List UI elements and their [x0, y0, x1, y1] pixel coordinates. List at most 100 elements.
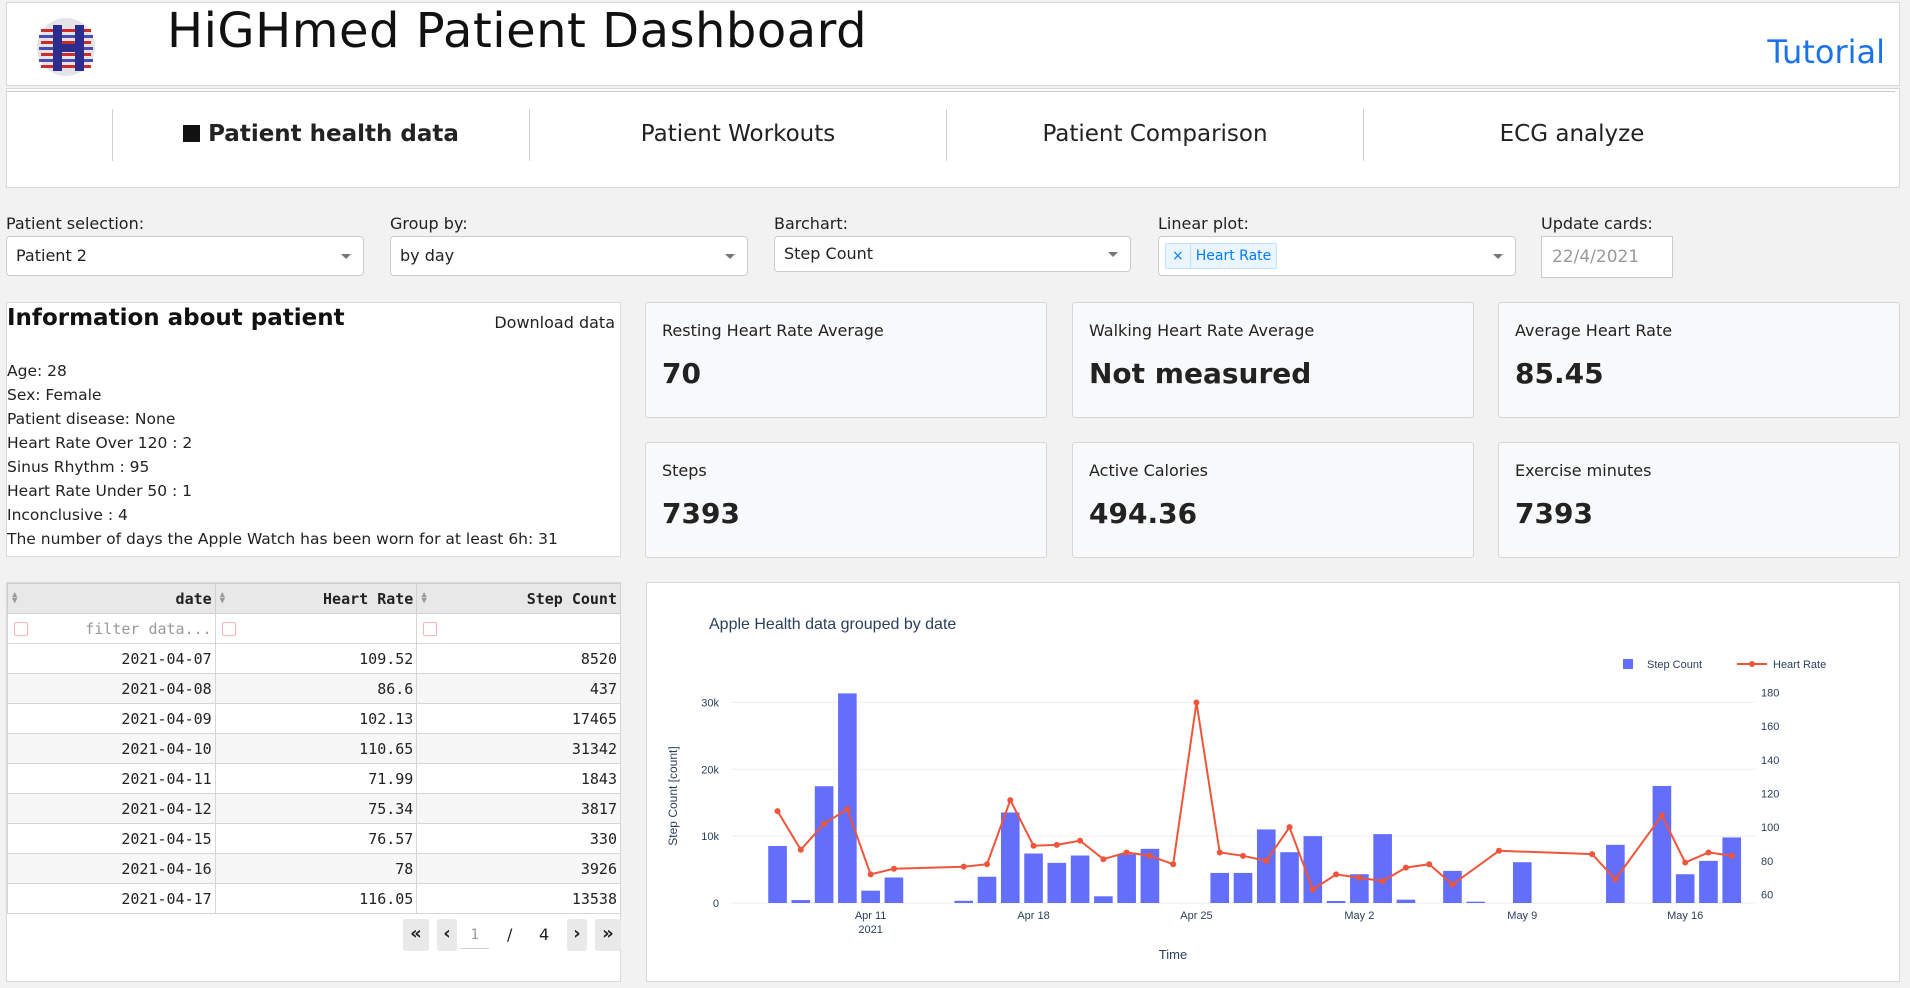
group-by-value: by day: [400, 246, 455, 265]
point-heart-rate: [1193, 699, 1200, 706]
filter-cell-step-count[interactable]: [416, 613, 621, 644]
tab-label: ECG analyze: [1499, 121, 1645, 147]
tab-patient-health-data[interactable]: Patient health data: [112, 109, 529, 161]
legend-marker-heart-rate: [1749, 661, 1755, 667]
point-heart-rate: [1309, 886, 1316, 893]
tab-label: Patient health data: [208, 121, 459, 147]
patient-selection-dropdown[interactable]: Patient 2: [6, 236, 364, 276]
last-page-button[interactable]: »: [595, 919, 621, 951]
cell-heart-rate: 76.57: [214, 823, 418, 854]
patient-info-title: Information about patient: [7, 305, 345, 331]
info-line-hr-under-50: Heart Rate Under 50 : 1: [7, 482, 193, 500]
sort-icon[interactable]: ▲ ▼: [421, 591, 426, 606]
group-by-label: Group by:: [390, 214, 468, 233]
download-data-button[interactable]: Download data: [494, 313, 615, 332]
bar-step-count: [884, 877, 904, 903]
bar-step-count: [1675, 874, 1695, 903]
y-tick-label: 10k: [701, 831, 719, 843]
cell-heart-rate: 109.52: [214, 643, 418, 674]
column-header-step-count[interactable]: ▲ ▼ Step Count: [416, 583, 621, 614]
sort-icon[interactable]: ▲ ▼: [12, 591, 17, 606]
card-label: Active Calories: [1089, 461, 1208, 480]
card-value: 85.45: [1515, 357, 1604, 390]
point-heart-rate: [1240, 852, 1246, 859]
bar-step-count: [954, 900, 974, 903]
filter-cell-date[interactable]: filter data...: [7, 613, 216, 644]
tutorial-link[interactable]: Tutorial: [1767, 33, 1885, 71]
table-row[interactable]: 2021-04-15 76.57 330: [7, 823, 621, 854]
column-header-date[interactable]: ▲ ▼ date: [7, 583, 216, 614]
cell-date: 2021-04-12: [7, 793, 216, 824]
bar-step-count: [768, 846, 787, 903]
card-value: Not measured: [1089, 357, 1312, 390]
prev-page-button[interactable]: ‹: [437, 919, 457, 951]
x-tick-label: May 9: [1507, 910, 1537, 922]
tab-ecg-analyze[interactable]: ECG analyze: [1363, 109, 1780, 161]
bar-step-count: [1326, 900, 1346, 903]
patient-selection-value: Patient 2: [16, 246, 87, 265]
bar-step-count: [1466, 901, 1486, 903]
card-value: 494.36: [1089, 497, 1198, 530]
point-heart-rate: [1496, 847, 1502, 854]
column-header-heart-rate[interactable]: ▲ ▼ Heart Rate: [214, 583, 418, 614]
line-heart-rate: [776, 702, 1732, 892]
info-line-disease: Patient disease: None: [7, 410, 176, 428]
bar-step-count: [1722, 837, 1742, 903]
group-by-dropdown[interactable]: by day: [390, 236, 748, 276]
table-row[interactable]: 2021-04-08 86.6 437: [7, 673, 621, 704]
update-cards-date-input[interactable]: 22/4/2021: [1541, 236, 1673, 278]
card-label: Exercise minutes: [1515, 461, 1652, 480]
table-row[interactable]: 2021-04-12 75.34 3817: [7, 793, 621, 824]
y-tick-label: 0: [713, 898, 719, 910]
remove-tag-icon[interactable]: ×: [1166, 244, 1191, 268]
tab-patient-workouts[interactable]: Patient Workouts: [529, 109, 946, 161]
table-row[interactable]: 2021-04-07 109.52 8520: [7, 643, 621, 674]
cell-heart-rate: 78: [214, 853, 418, 884]
first-page-button[interactable]: «: [403, 919, 429, 951]
bar-step-count: [1024, 853, 1043, 903]
cell-date: 2021-04-09: [7, 703, 216, 734]
point-heart-rate: [1077, 837, 1084, 844]
filter-case-icon[interactable]: [423, 622, 438, 636]
sort-icon[interactable]: ▲ ▼: [220, 591, 225, 606]
point-heart-rate: [774, 808, 781, 815]
health-chart[interactable]: 0 10k 20k 30k 60 80 100 120 140 160 180 Apr 11 Apr 1…: [647, 583, 1901, 983]
barchart-dropdown[interactable]: Step Count: [774, 236, 1131, 272]
card-steps: Steps 7393: [645, 442, 1047, 558]
filter-case-icon[interactable]: [221, 622, 236, 636]
cell-heart-rate: 110.65: [214, 733, 418, 764]
bar-step-count: [1000, 812, 1020, 903]
table-row[interactable]: 2021-04-17 116.05 13538: [7, 883, 621, 914]
table-row[interactable]: 2021-04-16 78 3926: [7, 853, 621, 884]
filter-cell-heart-rate[interactable]: [214, 613, 418, 644]
tab-patient-comparison[interactable]: Patient Comparison: [946, 109, 1363, 161]
chevron-down-icon: [725, 254, 735, 259]
page-separator: /: [507, 925, 513, 944]
cell-date: 2021-04-08: [7, 673, 216, 704]
cell-date: 2021-04-17: [7, 883, 216, 914]
next-page-button[interactable]: ›: [567, 919, 587, 951]
point-heart-rate: [890, 865, 897, 872]
cell-date: 2021-04-15: [7, 823, 216, 854]
table-row[interactable]: 2021-04-11 71.99 1843: [7, 763, 621, 794]
highmed-logo-icon: [37, 18, 95, 76]
table-row[interactable]: 2021-04-09 102.13 17465: [7, 703, 621, 734]
filter-case-icon[interactable]: [14, 622, 28, 636]
heart-rate-tag: × Heart Rate: [1165, 243, 1278, 269]
cell-date: 2021-04-11: [7, 763, 216, 794]
point-heart-rate: [1216, 849, 1223, 856]
point-heart-rate: [1123, 849, 1130, 856]
info-line-age: Age: 28: [7, 362, 67, 380]
point-heart-rate: [1007, 797, 1014, 804]
point-heart-rate: [1612, 876, 1619, 883]
point-heart-rate: [1333, 871, 1340, 878]
bar-step-count: [861, 890, 880, 903]
y2-tick-label: 140: [1761, 755, 1779, 767]
info-line-hr-over-120: Heart Rate Over 120 : 2: [7, 434, 193, 452]
filter-row: filter data...: [7, 613, 621, 644]
card-label: Average Heart Rate: [1515, 321, 1673, 340]
page-number-input[interactable]: 1: [461, 923, 489, 949]
bar-step-count: [1699, 860, 1718, 903]
linear-plot-dropdown[interactable]: × Heart Rate: [1158, 236, 1516, 276]
table-row[interactable]: 2021-04-10 110.65 31342: [7, 733, 621, 764]
